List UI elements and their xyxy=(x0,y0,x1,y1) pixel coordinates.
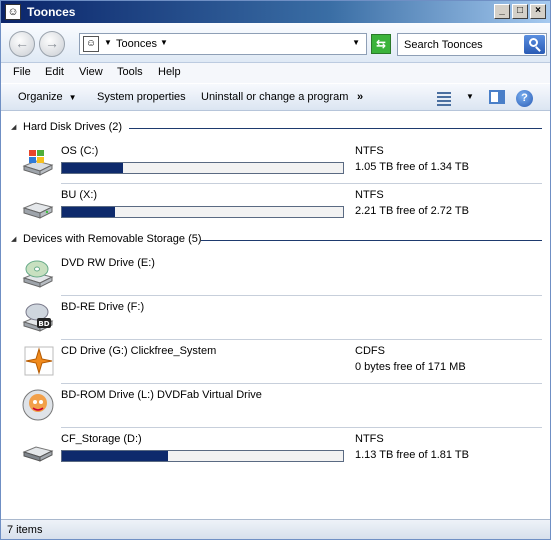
refresh-button[interactable]: ⇆ xyxy=(371,34,391,54)
usage-bar-fill xyxy=(62,207,115,217)
help-icon[interactable]: ? xyxy=(516,90,533,107)
drive-item-cf-storage-d[interactable]: CF_Storage (D:) NTFS 1.13 TB free of 1.8… xyxy=(1,428,550,472)
hard-drive-icon xyxy=(22,202,54,219)
clickfree-icon xyxy=(24,346,54,376)
drive-item-bd-re-f[interactable]: BD BD-RE Drive (F:) xyxy=(1,296,550,340)
file-system: NTFS xyxy=(355,189,384,201)
toonces-app-icon[interactable]: ☺ xyxy=(5,4,21,20)
menu-bar: File Edit View Tools Help xyxy=(1,63,550,83)
title-bar[interactable]: ☺ Toonces _ □ × xyxy=(1,1,550,23)
usage-bar xyxy=(61,450,344,462)
search-icon-handle xyxy=(535,46,541,52)
drive-name: BU (X:) xyxy=(61,189,98,201)
collapse-triangle-icon[interactable]: ◢ xyxy=(11,235,16,243)
menu-view[interactable]: View xyxy=(79,66,103,78)
menu-help[interactable]: Help xyxy=(158,66,181,78)
breadcrumb-separator-icon[interactable]: ▼ xyxy=(104,38,112,47)
views-dropdown-icon[interactable]: ▼ xyxy=(466,92,474,101)
free-space-text: 0 bytes free of 171 MB xyxy=(355,361,466,373)
windows-drive-icon xyxy=(22,150,54,176)
dvdfab-icon xyxy=(22,389,54,421)
item-count: 7 items xyxy=(7,524,43,536)
group-header-hard-disk-drives[interactable]: ◢ Hard Disk Drives (2) xyxy=(1,120,550,136)
group-label: Devices with Removable Storage (5) xyxy=(23,233,208,245)
views-icon[interactable] xyxy=(437,90,451,106)
explorer-window: ☺ Toonces _ □ × ← → ☺ ▼ Toonces ▼ ▼ ⇆ Se… xyxy=(0,0,551,540)
drive-name: CD Drive (G:) Clickfree_System xyxy=(61,345,217,357)
group-label: Hard Disk Drives (2) xyxy=(23,121,129,133)
drives-view: ◢ Hard Disk Drives (2) OS (C:) NTFS 1.05… xyxy=(1,112,550,519)
drive-item-os-c[interactable]: OS (C:) NTFS 1.05 TB free of 1.34 TB xyxy=(1,140,550,184)
usage-bar-fill xyxy=(62,163,123,173)
window-title: Toonces xyxy=(27,5,76,19)
free-space-text: 1.13 TB free of 1.81 TB xyxy=(355,449,469,461)
menu-tools[interactable]: Tools xyxy=(117,66,143,78)
address-box[interactable]: ☺ ▼ Toonces ▼ ▼ xyxy=(79,33,367,55)
drive-item-bu-x[interactable]: BU (X:) NTFS 2.21 TB free of 2.72 TB xyxy=(1,184,550,228)
menu-edit[interactable]: Edit xyxy=(45,66,64,78)
status-bar: 7 items xyxy=(1,519,550,539)
free-space-text: 1.05 TB free of 1.34 TB xyxy=(355,161,469,173)
search-input[interactable] xyxy=(398,34,522,55)
folder-location-icon: ☺ xyxy=(83,36,99,52)
more-commands-button[interactable]: » xyxy=(357,91,363,103)
address-history-dropdown-icon[interactable]: ▼ xyxy=(352,38,360,47)
drive-item-dvd-rw-e[interactable]: DVD RW Drive (E:) xyxy=(1,252,550,296)
drive-name: BD-ROM Drive (L:) DVDFab Virtual Drive xyxy=(61,389,262,401)
address-bar: ← → ☺ ▼ Toonces ▼ ▼ ⇆ xyxy=(1,23,550,63)
search-box[interactable] xyxy=(397,33,547,56)
usage-bar xyxy=(61,206,344,218)
breadcrumb-current[interactable]: Toonces xyxy=(116,38,157,50)
svg-text:BD: BD xyxy=(38,320,49,328)
search-button[interactable] xyxy=(524,35,545,54)
drive-name: OS (C:) xyxy=(61,145,99,157)
minimize-button[interactable]: _ xyxy=(494,4,510,19)
back-button[interactable]: ← xyxy=(9,31,35,57)
close-button[interactable]: × xyxy=(530,4,546,19)
usage-bar-fill xyxy=(62,451,168,461)
drive-name: DVD RW Drive (E:) xyxy=(61,257,155,269)
removable-drive-icon xyxy=(22,446,54,462)
group-header-removable-storage[interactable]: ◢ Devices with Removable Storage (5) xyxy=(1,232,550,248)
system-properties-button[interactable]: System properties xyxy=(97,91,186,103)
organize-button[interactable]: Organize ▼ xyxy=(18,91,77,103)
breadcrumb-dropdown-icon[interactable]: ▼ xyxy=(160,38,168,47)
file-system: CDFS xyxy=(355,345,385,357)
preview-pane-icon[interactable] xyxy=(489,90,505,104)
back-arrow-icon: ← xyxy=(15,35,29,51)
group-divider-line xyxy=(129,128,542,129)
file-system: NTFS xyxy=(355,145,384,157)
group-divider-line xyxy=(201,240,542,241)
uninstall-program-button[interactable]: Uninstall or change a program xyxy=(201,91,348,103)
drive-name: CF_Storage (D:) xyxy=(61,433,142,445)
organize-dropdown-icon: ▼ xyxy=(68,93,77,102)
forward-arrow-icon: → xyxy=(45,35,59,51)
maximize-button[interactable]: □ xyxy=(512,4,528,19)
bd-drive-icon: BD xyxy=(22,303,54,332)
menu-file[interactable]: File xyxy=(13,66,31,78)
collapse-triangle-icon[interactable]: ◢ xyxy=(11,123,16,131)
dvd-drive-icon xyxy=(22,260,54,288)
refresh-icon: ⇆ xyxy=(375,37,387,51)
usage-bar xyxy=(61,162,344,174)
command-bar: Organize ▼ System properties Uninstall or… xyxy=(1,83,550,111)
file-system: NTFS xyxy=(355,433,384,445)
drive-name: BD-RE Drive (F:) xyxy=(61,301,145,313)
drive-item-cd-g-clickfree[interactable]: CD Drive (G:) Clickfree_System CDFS 0 by… xyxy=(1,340,550,384)
drive-item-bd-rom-l-dvdfab[interactable]: BD-ROM Drive (L:) DVDFab Virtual Drive xyxy=(1,384,550,428)
forward-button[interactable]: → xyxy=(39,31,65,57)
free-space-text: 2.21 TB free of 2.72 TB xyxy=(355,205,469,217)
organize-label: Organize xyxy=(18,91,63,103)
